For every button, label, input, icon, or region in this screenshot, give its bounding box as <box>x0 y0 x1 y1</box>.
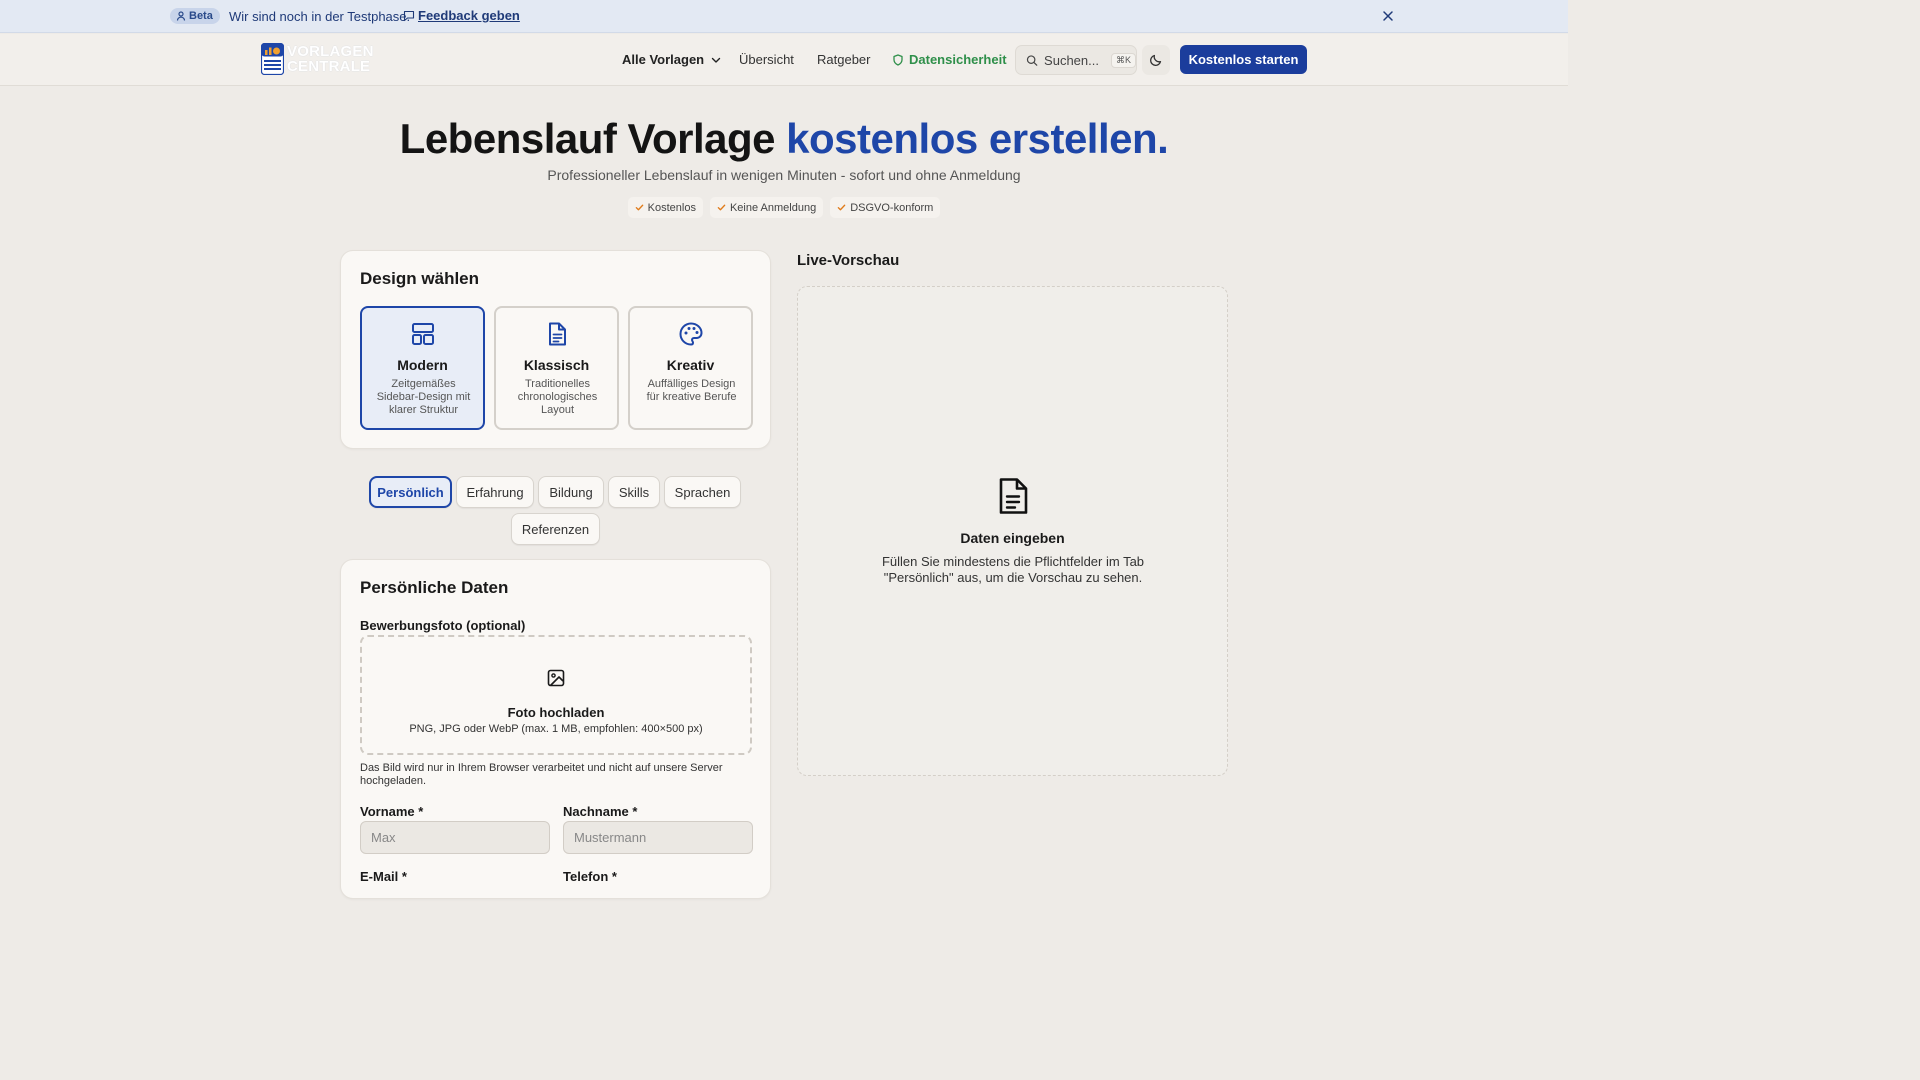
page-title: Lebenslauf Vorlage kostenlos erstellen. <box>0 115 1568 163</box>
start-free-button[interactable]: Kostenlos starten <box>1180 45 1307 74</box>
design-option-name: Klassisch <box>523 357 590 373</box>
tab-experience[interactable]: Erfahrung <box>456 476 534 508</box>
search-icon <box>1026 54 1038 66</box>
nav-guide[interactable]: Ratgeber <box>817 52 870 67</box>
design-card-title: Design wählen <box>360 269 480 288</box>
nav-security[interactable]: Datensicherheit <box>892 52 1007 67</box>
preview-empty-heading: Daten eingeben <box>960 530 1065 546</box>
site-header: VORLAGEN CENTRALE Alle Vorlagen Übersich… <box>0 34 1568 86</box>
photo-upload-dropzone[interactable]: Foto hochladen PNG, JPG oder WebP (max. … <box>360 635 752 755</box>
beta-badge: Beta <box>170 8 220 24</box>
feature-chip-label: Kostenlos <box>647 201 696 214</box>
tab-education[interactable]: Bildung <box>538 476 604 508</box>
nav-overview[interactable]: Übersicht <box>739 52 794 67</box>
logo-text-line2: CENTRALE <box>287 58 371 75</box>
image-icon <box>547 669 565 687</box>
feature-chip: Keine Anmeldung <box>709 197 824 218</box>
feedback-link-label[interactable]: Feedback geben <box>418 8 520 23</box>
tab-skills[interactable]: Skills <box>608 476 660 508</box>
tab-languages[interactable]: Sprachen <box>664 476 741 508</box>
check-icon <box>717 204 726 211</box>
logo-mark-icon <box>261 43 284 75</box>
upload-title: Foto hochladen <box>507 705 605 720</box>
nav-all-templates[interactable]: Alle Vorlagen <box>622 52 722 67</box>
page-subtitle: Professioneller Lebenslauf in wenigen Mi… <box>547 167 1021 183</box>
search-shortcut: ⌘K <box>1110 52 1136 68</box>
close-icon[interactable] <box>1381 9 1395 23</box>
check-icon <box>635 204 643 211</box>
design-option-desc: Zeitgemäßes Sidebar-Design mit klarer St… <box>376 378 471 416</box>
shield-icon <box>893 53 903 66</box>
photo-label: Bewerbungsfoto (optional) <box>360 618 526 633</box>
feature-chip-label: DSGVO-konform <box>850 201 934 214</box>
message-icon <box>403 10 415 21</box>
page-title-main: Lebenslauf Vorlage <box>399 115 787 162</box>
phone-label: Telefon * <box>563 869 617 884</box>
document-icon <box>548 322 566 346</box>
preview-panel: Daten eingeben Füllen Sie mindestens die… <box>797 286 1228 776</box>
lastname-label: Nachname * <box>563 804 638 819</box>
upload-hint: PNG, JPG oder WebP (max. 1 MB, empfohlen… <box>409 723 703 735</box>
chevron-down-icon <box>711 57 721 63</box>
logo-text-line1: VORLAGEN <box>287 43 374 60</box>
tab-personal[interactable]: Persönlich <box>369 476 452 508</box>
design-card: Design wählen Modern Zeitgemäßes Sidebar… <box>340 250 771 449</box>
design-option-modern[interactable]: Modern Zeitgemäßes Sidebar-Design mit kl… <box>360 306 485 430</box>
firstname-label: Vorname * <box>360 804 424 819</box>
design-option-creative[interactable]: Kreativ Auffälliges Design für kreative … <box>628 306 753 430</box>
tab-references[interactable]: Referenzen <box>511 513 600 545</box>
feature-chip: Kostenlos <box>627 197 703 218</box>
moon-icon <box>1150 54 1162 66</box>
design-option-name: Modern <box>397 357 448 373</box>
beta-badge-label: Beta <box>189 10 213 22</box>
layout-icon <box>411 323 434 345</box>
design-option-name: Kreativ <box>666 357 715 373</box>
nav-all-templates-label: Alle Vorlagen <box>622 52 705 67</box>
feature-chips: Kostenlos Keine Anmeldung DSGVO-konform <box>0 197 1568 218</box>
feedback-link[interactable]: Feedback geben <box>403 8 520 23</box>
personal-data-card: Persönliche Daten Bewerbungsfoto (option… <box>340 559 771 899</box>
lastname-input[interactable]: Mustermann <box>563 821 753 854</box>
theme-toggle-button[interactable] <box>1142 45 1170 75</box>
design-option-classic[interactable]: Klassisch Traditionelles chronologisches… <box>494 306 619 430</box>
palette-icon <box>679 322 702 346</box>
design-option-desc: Traditionelles chronologisches Layout <box>517 378 598 416</box>
check-icon <box>837 204 846 211</box>
page-title-accent: kostenlos erstellen. <box>786 115 1169 162</box>
design-option-desc: Auffälliges Design für kreative Berufe <box>646 378 737 403</box>
feature-chip: DSGVO-konform <box>830 197 941 218</box>
beta-banner: Beta Wir sind noch in der Testphase. Fee… <box>0 0 1568 33</box>
nav-security-label: Datensicherheit <box>909 52 1007 67</box>
document-icon <box>999 478 1027 514</box>
personal-card-title: Persönliche Daten <box>360 578 509 597</box>
firstname-input[interactable]: Max <box>360 821 550 854</box>
feature-chip-label: Keine Anmeldung <box>729 201 817 214</box>
search-placeholder: Suchen... <box>1044 52 1099 68</box>
logo[interactable]: VORLAGEN CENTRALE <box>261 43 374 75</box>
preview-title: Live-Vorschau <box>797 252 900 269</box>
beta-message: Wir sind noch in der Testphase. <box>229 9 411 24</box>
upload-privacy-note: Das Bild wird nur in Ihrem Browser verar… <box>360 762 723 787</box>
email-label: E-Mail * <box>360 869 407 884</box>
preview-empty-text: Füllen Sie mindestens die Pflichtfelder … <box>881 554 1145 585</box>
search-button[interactable]: Suchen... ⌘K <box>1015 45 1137 75</box>
user-icon <box>176 11 186 21</box>
